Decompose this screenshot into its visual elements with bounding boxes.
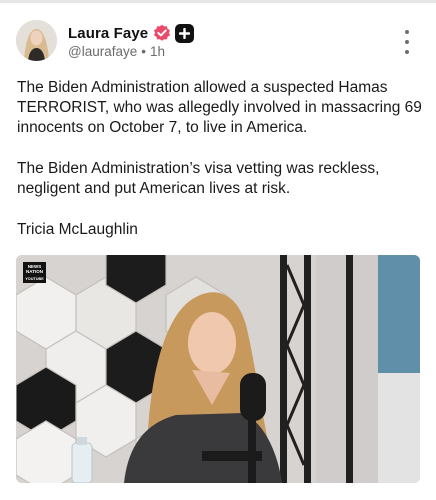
post-timestamp[interactable]: 1h: [150, 44, 165, 59]
channel-sub-label: YOUTUBE: [25, 277, 44, 281]
author-handle[interactable]: @laurafaye: [68, 44, 137, 59]
avatar[interactable]: [16, 20, 57, 61]
post-paragraph: Tricia McLaughlin: [17, 221, 138, 238]
post-paragraph: The Biden Administration allowed a suspe…: [17, 79, 422, 136]
plus-badge-icon: [175, 23, 195, 43]
display-name[interactable]: Laura Faye: [68, 25, 148, 42]
author-meta: @laurafaye • 1h: [68, 44, 165, 59]
post-paragraph: The Biden Administration’s visa vetting …: [17, 160, 380, 197]
more-options-icon[interactable]: [397, 30, 417, 54]
post-media-video[interactable]: NEWS NATION YOUTUBE: [16, 255, 420, 483]
separator-dot: •: [141, 44, 146, 59]
post-card: Laura Faye @laurafaye • 1h The Biden Adm…: [0, 0, 436, 500]
verified-badge-icon: [153, 24, 171, 42]
author-name-row: Laura Faye: [68, 22, 195, 44]
